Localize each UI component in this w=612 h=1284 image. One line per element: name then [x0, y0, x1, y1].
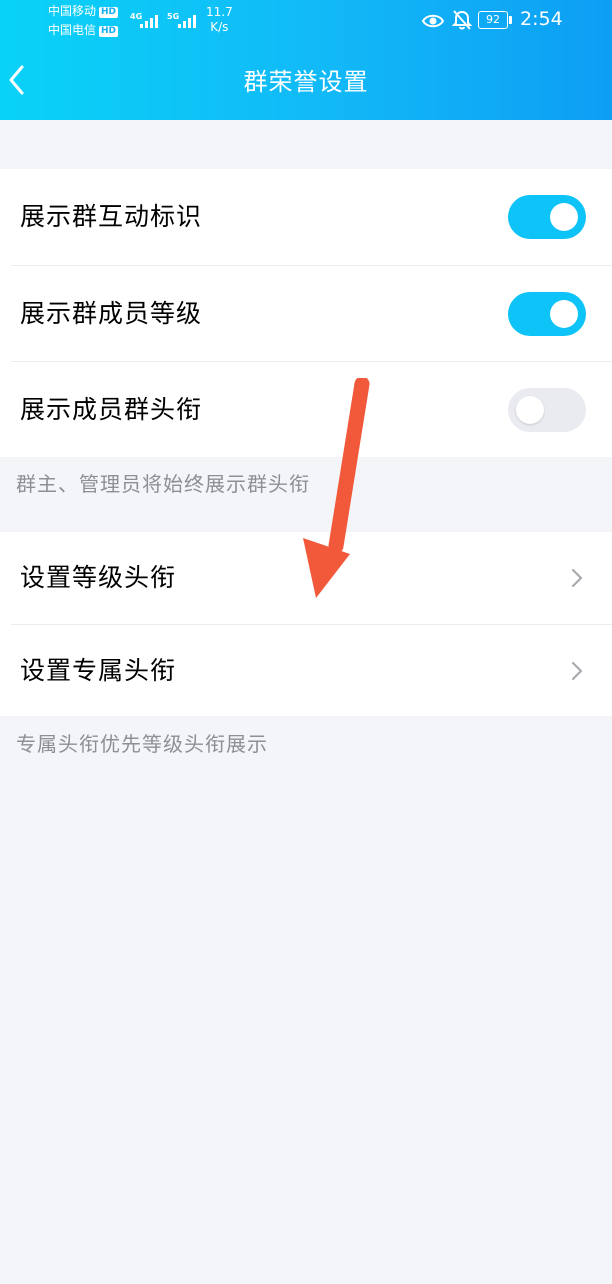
setting-label: 展示群成员等级 — [20, 299, 203, 328]
clock: 2:54 — [520, 8, 563, 30]
interaction-badge-toggle[interactable] — [508, 195, 586, 239]
carrier-2: 中国电信 HD — [48, 23, 119, 37]
speed-value: 11.7 — [206, 5, 233, 19]
link-label: 设置专属头衔 — [20, 656, 177, 685]
setting-row-member-level: 展示群成员等级 — [0, 266, 612, 362]
setting-label: 展示成员群头衔 — [20, 395, 203, 424]
carrier-2-name: 中国电信 — [48, 23, 97, 37]
app-header: 中国移动 HD 中国电信 HD 4G 5G 11.7 K/s 92 2:54 群… — [0, 0, 612, 120]
network-speed: 11.7 K/s — [206, 5, 233, 35]
member-level-toggle[interactable] — [508, 292, 586, 336]
setting-row-interaction-badge: 展示群互动标识 — [0, 169, 612, 265]
chevron-right-icon — [571, 661, 583, 681]
signal-1-icon — [140, 14, 158, 28]
member-title-toggle[interactable] — [508, 388, 586, 432]
links-note: 专属头衔优先等级头衔展示 — [16, 732, 268, 756]
hd-badge-1: HD — [99, 7, 119, 18]
toggles-note: 群主、管理员将始终展示群头衔 — [16, 472, 310, 496]
battery-level: 92 — [478, 11, 508, 29]
signal-2-icon — [178, 14, 196, 28]
page-title: 群荣誉设置 — [243, 68, 369, 96]
exclusive-title-link[interactable]: 设置专属头衔 — [0, 625, 612, 716]
status-bar: 中国移动 HD 中国电信 HD 4G 5G 11.7 K/s 92 2:54 — [0, 0, 612, 44]
chevron-right-icon — [571, 568, 583, 588]
hd-badge-2: HD — [99, 26, 119, 37]
carrier-1-name: 中国移动 — [48, 4, 97, 18]
speed-unit: K/s — [210, 20, 229, 34]
setting-label: 展示群互动标识 — [20, 202, 203, 231]
bell-off-icon — [452, 10, 472, 30]
eye-icon — [422, 14, 444, 28]
carrier-1: 中国移动 HD — [48, 4, 119, 18]
annotation-arrow-icon — [303, 378, 370, 598]
link-label: 设置等级头衔 — [20, 563, 177, 592]
battery-icon: 92 — [478, 11, 512, 29]
